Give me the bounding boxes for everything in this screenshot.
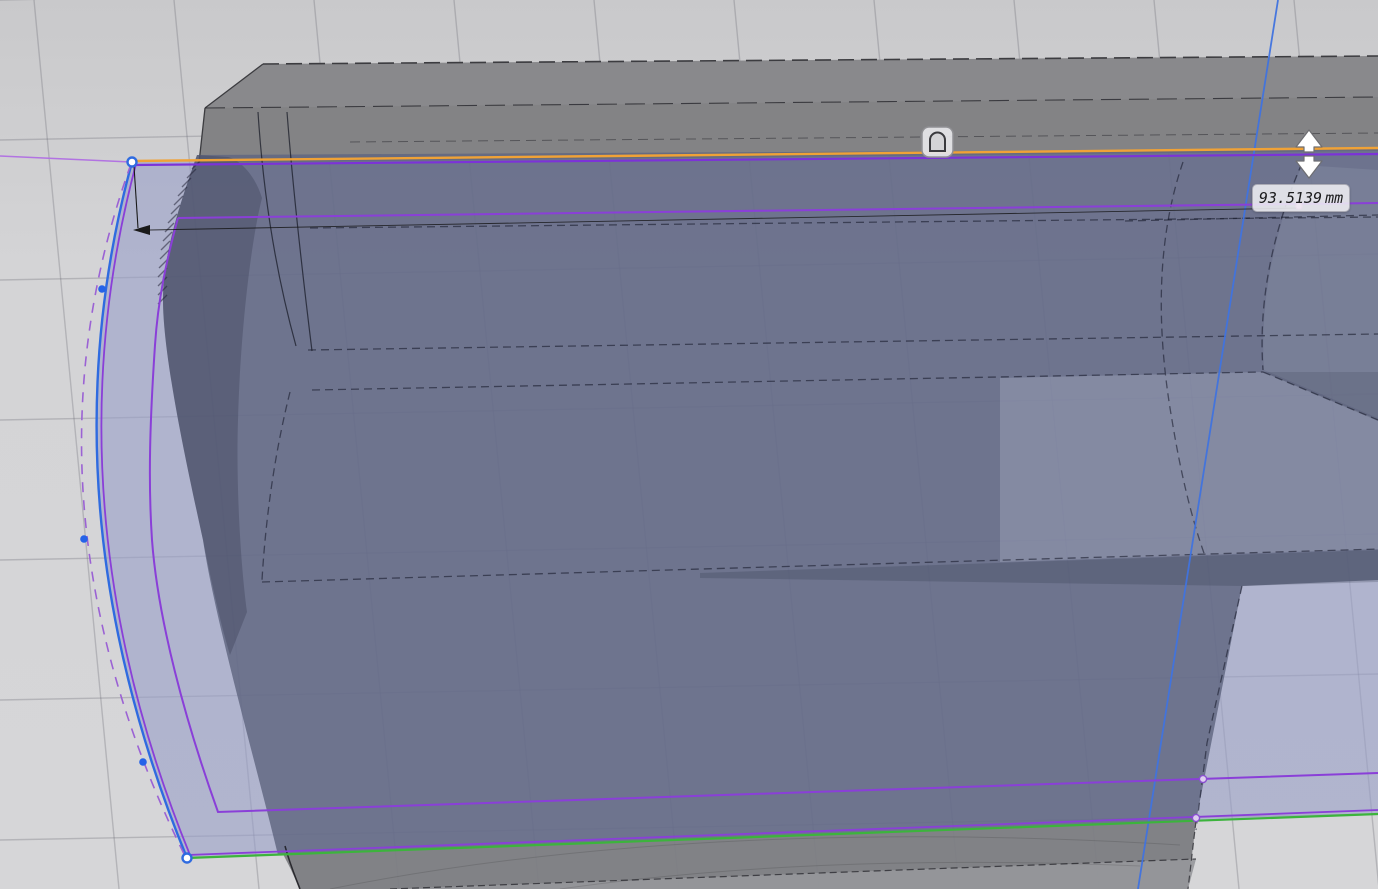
sketch-point-spline-1[interactable] <box>98 285 106 293</box>
cad-viewport[interactable]: 93.5139 mm <box>0 0 1378 889</box>
sketch-point-spline-3[interactable] <box>139 758 147 766</box>
viewport-canvas[interactable] <box>0 0 1378 889</box>
dimension-unit: mm <box>1325 189 1344 207</box>
sketch-point-spline-2[interactable] <box>80 535 88 543</box>
tangent-constraint-icon <box>929 131 946 152</box>
constraint-badge[interactable] <box>921 126 954 158</box>
sketch-point-purple-right-2[interactable] <box>1191 813 1201 823</box>
dimension-value: 93.5139 <box>1258 189 1323 207</box>
sketch-line-violet-extension[interactable] <box>0 155 133 163</box>
sketch-point-endpoint-bottom[interactable] <box>181 852 193 864</box>
body-section[interactable] <box>163 111 1378 855</box>
shelf-top-light <box>1000 372 1378 562</box>
sketch-point-endpoint-top[interactable] <box>126 156 138 168</box>
dimension-value-tooltip[interactable]: 93.5139 mm <box>1252 184 1350 212</box>
sketch-point-purple-right-1[interactable] <box>1198 774 1208 784</box>
body-top-cap[interactable] <box>198 55 1378 164</box>
